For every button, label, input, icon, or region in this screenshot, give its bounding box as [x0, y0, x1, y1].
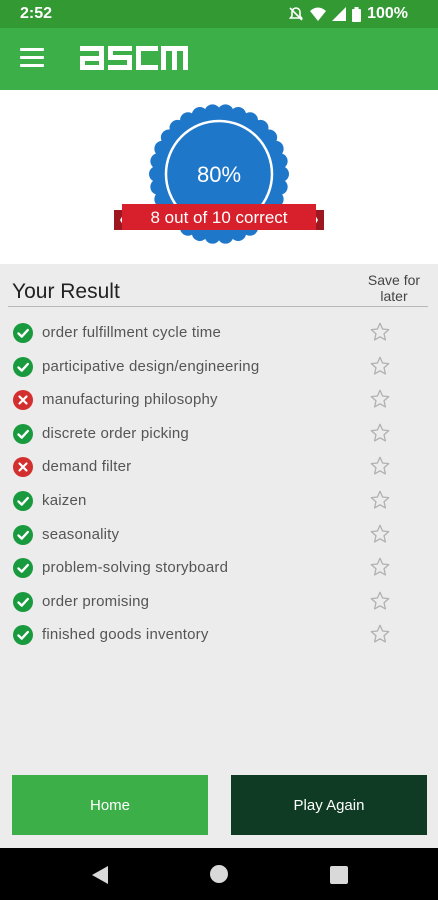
status-time: 2:52	[20, 5, 53, 22]
star-icon[interactable]	[369, 321, 391, 343]
status-icons: 100%	[288, 5, 408, 23]
back-icon[interactable]	[92, 866, 108, 884]
result-label: finished goods inventory	[42, 626, 209, 644]
result-label: manufacturing philosophy	[42, 391, 218, 409]
score-percent: 80%	[197, 162, 241, 187]
result-row: discrete order picking	[0, 419, 438, 449]
result-row: problem-solving storyboard	[0, 553, 438, 583]
save-for-later-header: Save for later	[367, 272, 421, 304]
result-label: problem-solving storyboard	[42, 559, 229, 577]
star-icon[interactable]	[369, 422, 391, 444]
home-button[interactable]: Home	[12, 775, 208, 835]
result-label: kaizen	[42, 492, 87, 509]
results-panel: Your Result Save for later order fulfill…	[0, 264, 438, 764]
score-summary: 8 out of 10 correct	[150, 208, 287, 227]
star-icon[interactable]	[369, 590, 391, 612]
signal-icon	[332, 7, 347, 21]
result-label: order fulfillment cycle time	[42, 324, 221, 341]
check-circle-icon	[13, 323, 33, 343]
play-again-button[interactable]: Play Again	[231, 775, 427, 835]
result-label: order promising	[42, 592, 150, 610]
star-icon[interactable]	[369, 556, 391, 578]
battery-percent: 100%	[367, 5, 408, 22]
star-icon[interactable]	[369, 489, 391, 511]
result-label: participative design/engineering	[42, 357, 260, 375]
divider	[8, 306, 428, 307]
score-badge: 80% 8 out of 10 correct	[114, 104, 324, 244]
result-label: demand filter	[42, 458, 132, 476]
ascm-logo	[80, 46, 188, 70]
result-label: discrete order picking	[42, 424, 189, 442]
check-circle-icon	[13, 558, 33, 579]
result-label: seasonality	[42, 525, 120, 543]
x-circle-icon	[13, 457, 33, 478]
check-circle-icon	[13, 491, 33, 511]
result-row: kaizen	[0, 486, 438, 516]
status-bar: 2:52 100%	[0, 0, 438, 28]
home-nav-icon[interactable]	[209, 864, 229, 884]
result-row: order promising	[0, 587, 438, 617]
star-icon[interactable]	[369, 623, 391, 645]
star-icon[interactable]	[369, 523, 391, 545]
result-row: participative design/engineering	[0, 352, 438, 382]
battery-icon	[352, 6, 362, 22]
dnd-off-icon	[288, 7, 304, 21]
check-circle-icon	[13, 524, 33, 545]
check-circle-icon	[13, 625, 33, 646]
result-row: seasonality	[0, 520, 438, 550]
star-icon[interactable]	[369, 455, 391, 477]
result-row: order fulfillment cycle time	[0, 318, 438, 348]
check-circle-icon	[13, 356, 33, 377]
app-bar	[0, 28, 438, 90]
result-row: finished goods inventory	[0, 620, 438, 650]
hamburger-menu-icon[interactable]	[20, 48, 44, 68]
x-circle-icon	[13, 390, 33, 411]
wifi-icon	[310, 7, 327, 21]
result-row: demand filter	[0, 452, 438, 482]
system-nav-bar	[0, 848, 438, 900]
star-icon[interactable]	[369, 355, 391, 377]
check-circle-icon	[13, 591, 33, 612]
star-icon[interactable]	[369, 388, 391, 410]
check-circle-icon	[13, 423, 33, 444]
recent-apps-icon[interactable]	[330, 866, 348, 884]
score-section: 80% 8 out of 10 correct	[0, 90, 438, 264]
results-title: Your Result	[12, 280, 120, 303]
result-row: manufacturing philosophy	[0, 385, 438, 415]
